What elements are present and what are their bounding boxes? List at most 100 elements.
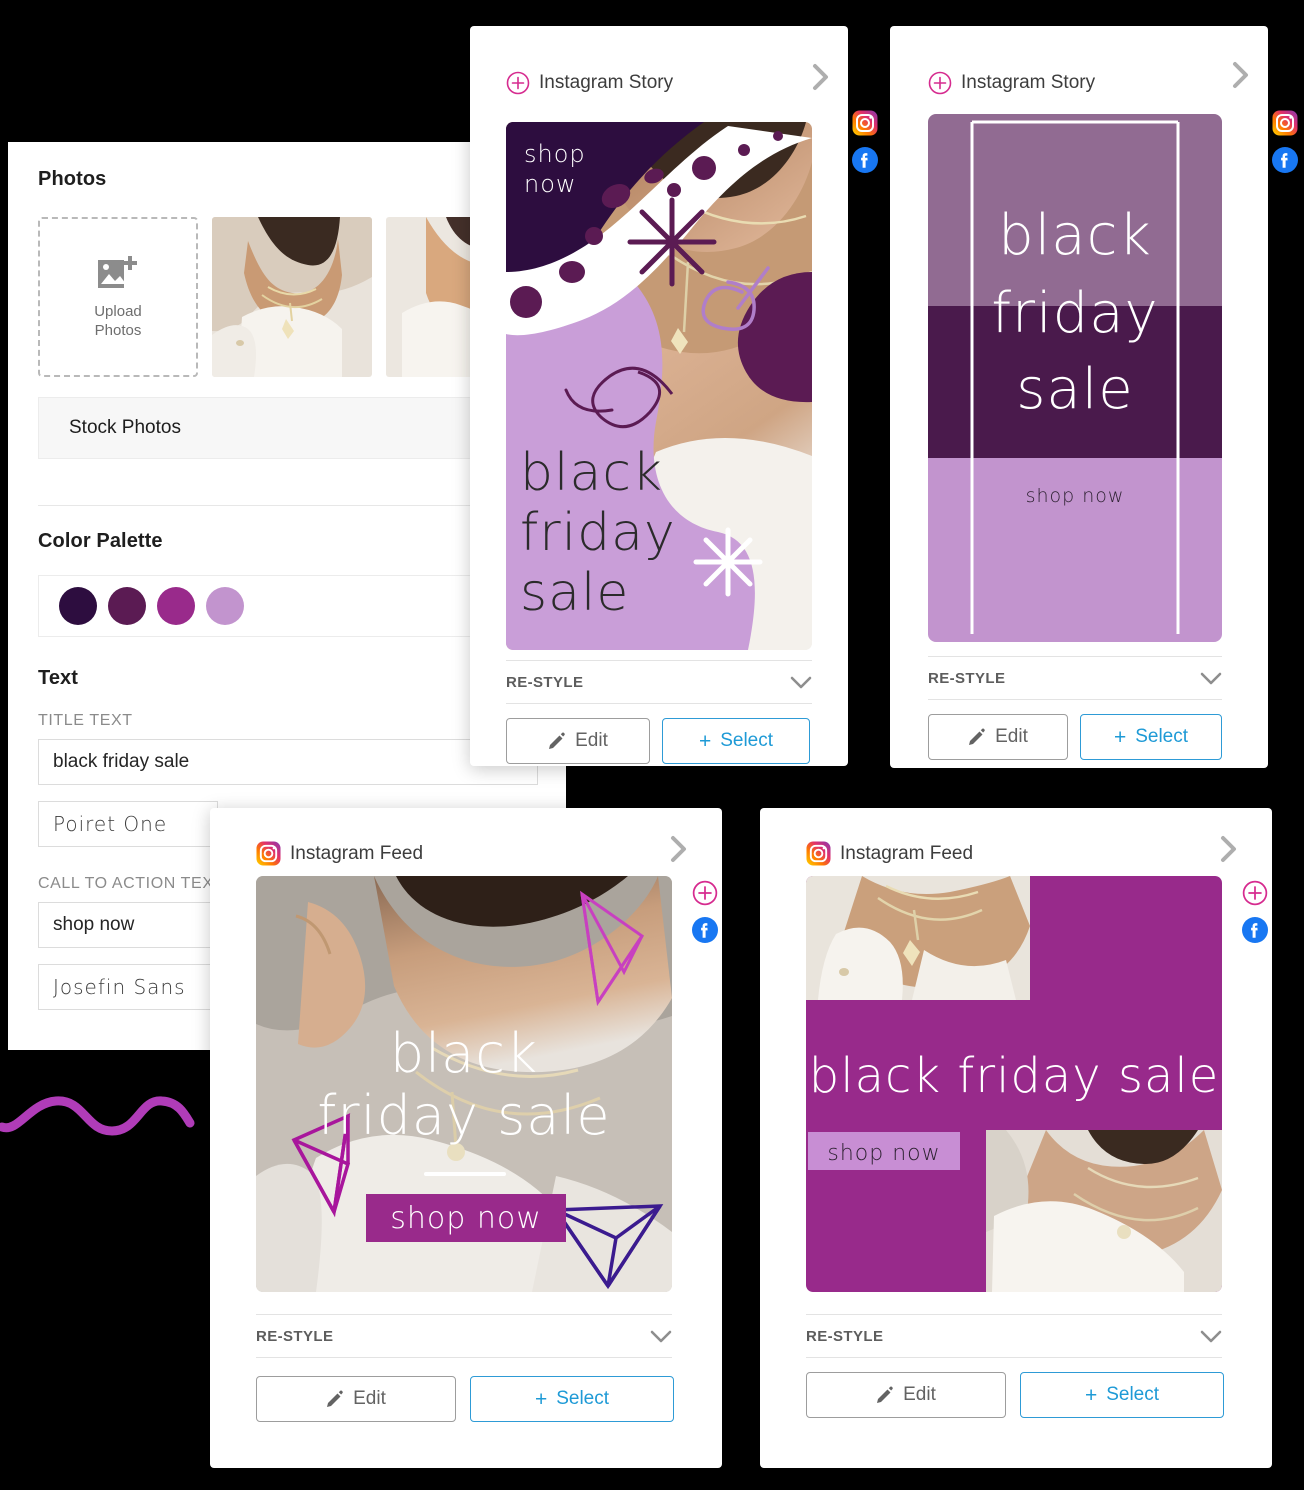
plus-circle-icon[interactable] <box>1242 880 1268 906</box>
card-header-row: Instagram Feed <box>806 841 973 866</box>
select-button[interactable]: + Select <box>470 1376 674 1422</box>
plus-circle-icon[interactable] <box>928 71 952 95</box>
edit-button-label: Edit <box>353 1388 386 1409</box>
edit-button[interactable]: Edit <box>806 1372 1006 1418</box>
select-button-label: Select <box>1135 726 1189 747</box>
edit-button-label: Edit <box>575 730 608 751</box>
restyle-row[interactable]: RE-STYLE <box>506 660 812 704</box>
card-action-buttons: Edit + Select <box>928 714 1222 760</box>
restyle-row[interactable]: RE-STYLE <box>928 656 1222 700</box>
svg-text:shop now: shop now <box>827 1141 940 1166</box>
chevron-down-icon[interactable] <box>1200 672 1222 685</box>
svg-text:black: black <box>998 203 1152 268</box>
select-button-label: Select <box>720 730 774 751</box>
chevron-down-icon[interactable] <box>790 676 812 689</box>
edit-button-label: Edit <box>903 1384 936 1405</box>
photo-thumbnail[interactable] <box>212 217 372 377</box>
photos-section-title: Photos <box>38 168 107 190</box>
design-preview-image[interactable]: black friday sale shop now <box>806 876 1222 1292</box>
design-cta-line2: now <box>524 170 577 198</box>
upload-photos-label: Upload Photos <box>94 303 142 339</box>
pencil-icon <box>327 1390 343 1407</box>
restyle-label: RE-STYLE <box>806 1327 884 1345</box>
card-action-buttons: Edit + Select <box>256 1376 674 1422</box>
instagram-icon[interactable] <box>256 841 281 866</box>
svg-text:black: black <box>390 1022 538 1085</box>
cta-font-value: Josefin Sans <box>53 975 186 999</box>
stock-photos-label: Stock Photos <box>69 417 181 438</box>
social-icons-stack <box>692 880 718 943</box>
svg-text:friday: friday <box>520 503 676 563</box>
squiggle-decoration <box>0 1096 195 1136</box>
select-button[interactable]: + Select <box>1080 714 1222 760</box>
facebook-icon[interactable] <box>1272 147 1298 173</box>
app-root: Photos Upload Photos Stock Photos Color … <box>0 0 1304 1490</box>
color-swatch-2[interactable] <box>108 587 146 625</box>
select-button[interactable]: + Select <box>662 718 810 764</box>
plus-circle-icon[interactable] <box>506 71 530 95</box>
facebook-icon[interactable] <box>852 147 878 173</box>
color-swatch-4[interactable] <box>206 587 244 625</box>
chevron-right-icon[interactable] <box>1228 60 1254 90</box>
select-plus-icon: + <box>698 729 712 753</box>
social-icons-stack <box>1272 110 1298 173</box>
chevron-right-icon[interactable] <box>1216 834 1242 864</box>
restyle-row[interactable]: RE-STYLE <box>806 1314 1222 1358</box>
preview-card-instagram-story-1: Instagram Story shop now black friday sa… <box>470 26 878 766</box>
svg-text:black friday sale: black friday sale <box>809 1048 1219 1104</box>
instagram-icon[interactable] <box>806 841 831 866</box>
design-artwork: black friday sale shop now <box>928 114 1222 642</box>
edit-button[interactable]: Edit <box>506 718 650 764</box>
svg-text:friday sale: friday sale <box>317 1084 610 1147</box>
chevron-right-icon[interactable] <box>808 62 834 92</box>
title-text-input[interactable]: black friday sale <box>38 739 538 785</box>
design-preview-image[interactable]: black friday sale shop now <box>256 876 672 1292</box>
select-plus-icon: + <box>1113 725 1127 749</box>
card-platform-label: Instagram Story <box>539 72 674 93</box>
svg-text:friday: friday <box>991 281 1158 346</box>
pencil-icon <box>549 732 565 749</box>
select-button[interactable]: + Select <box>1020 1372 1224 1418</box>
card-platform-label: Instagram Story <box>961 72 1096 93</box>
instagram-icon[interactable] <box>1272 110 1298 136</box>
facebook-icon[interactable] <box>692 917 718 943</box>
select-plus-icon: + <box>1084 1383 1098 1407</box>
restyle-row[interactable]: RE-STYLE <box>256 1314 672 1358</box>
preview-card-instagram-story-2: Instagram Story black friday sale shop n… <box>890 26 1298 768</box>
design-artwork: black friday sale shop now <box>256 876 672 1292</box>
color-swatch-1[interactable] <box>59 587 97 625</box>
svg-text:sale: sale <box>520 563 629 623</box>
pencil-icon <box>877 1386 893 1403</box>
color-swatch-3[interactable] <box>157 587 195 625</box>
instagram-icon[interactable] <box>852 110 878 136</box>
text-section-title: Text <box>38 667 79 689</box>
chevron-down-icon[interactable] <box>650 1330 672 1343</box>
design-preview-image[interactable]: black friday sale shop now <box>928 114 1222 642</box>
card-action-buttons: Edit + Select <box>506 718 810 764</box>
chevron-right-icon[interactable] <box>666 834 692 864</box>
card-platform-label: Instagram Feed <box>290 842 424 864</box>
design-cta-line1: shop <box>524 140 586 168</box>
select-button-label: Select <box>556 1388 610 1409</box>
svg-text:sale: sale <box>1016 357 1134 422</box>
facebook-icon[interactable] <box>1242 917 1268 943</box>
plus-circle-icon[interactable] <box>692 880 718 906</box>
svg-text:black: black <box>520 443 663 503</box>
restyle-label: RE-STYLE <box>506 673 584 691</box>
title-text-value: black friday sale <box>53 751 190 772</box>
select-button-label: Select <box>1106 1384 1160 1405</box>
edit-button[interactable]: Edit <box>928 714 1068 760</box>
card-platform-label: Instagram Feed <box>840 842 974 864</box>
restyle-label: RE-STYLE <box>928 669 1006 687</box>
title-text-label: TITLE TEXT <box>38 712 133 729</box>
cta-font-select[interactable]: Josefin Sans <box>38 964 218 1010</box>
upload-photos-button[interactable]: Upload Photos <box>38 217 198 377</box>
title-font-select[interactable]: Poiret One <box>38 801 218 847</box>
chevron-down-icon[interactable] <box>1200 1330 1222 1343</box>
svg-text:shop now: shop now <box>390 1201 541 1236</box>
svg-text:shop now: shop now <box>1026 485 1125 507</box>
edit-button[interactable]: Edit <box>256 1376 456 1422</box>
edit-button-label: Edit <box>995 726 1028 747</box>
design-preview-image[interactable]: shop now black friday sale <box>506 122 812 650</box>
design-artwork: black friday sale shop now <box>806 876 1222 1292</box>
